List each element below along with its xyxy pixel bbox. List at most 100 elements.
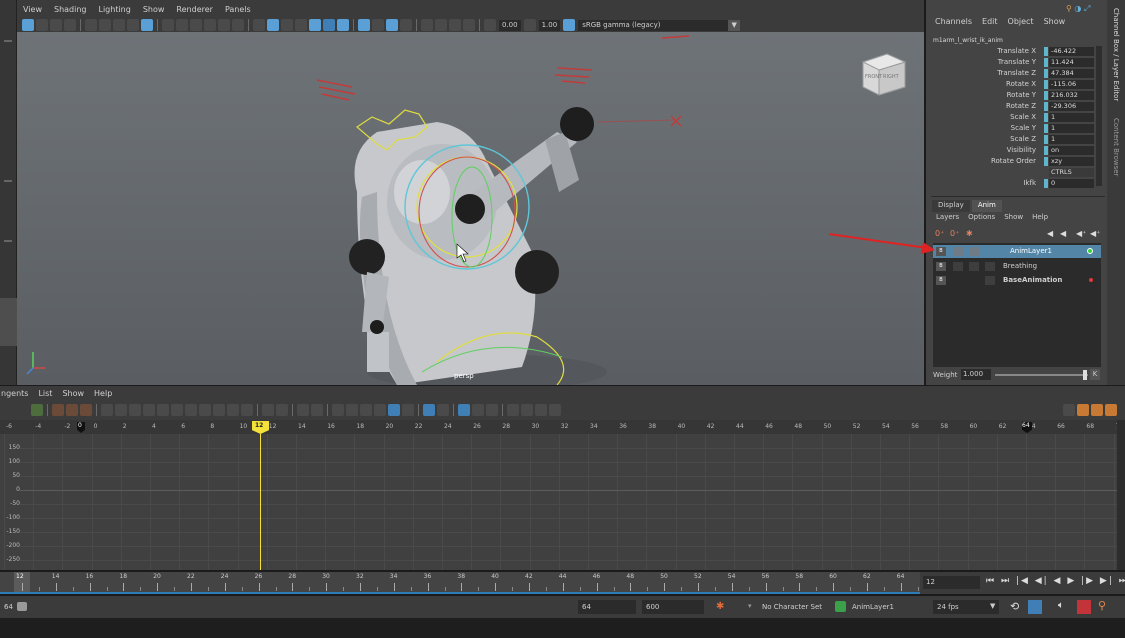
frame-playback-icon[interactable] — [129, 404, 141, 416]
channel-value[interactable]: xzy — [1049, 157, 1094, 166]
resolution-gate-icon[interactable] — [141, 19, 153, 31]
safe-title-icon[interactable] — [232, 19, 244, 31]
loop-icon[interactable]: ⟲ — [1010, 600, 1019, 613]
menu-channels[interactable]: Channels — [935, 17, 972, 31]
channel-row[interactable]: Ikfk 0 — [926, 178, 1098, 189]
figure-icon[interactable]: ⚲ — [1066, 4, 1072, 13]
weight-slider-handle[interactable] — [1083, 370, 1087, 380]
channel-value[interactable]: 1 — [1049, 135, 1094, 144]
2d-pan-icon[interactable] — [99, 19, 111, 31]
multisample-icon[interactable] — [449, 19, 461, 31]
layer-solo-toggle[interactable] — [953, 247, 963, 256]
swap-buffer-icon[interactable] — [276, 404, 288, 416]
default-material-icon[interactable] — [281, 19, 293, 31]
grid-icon[interactable] — [162, 19, 174, 31]
weighted-tangent-icon[interactable] — [360, 404, 372, 416]
playback-prefs-icon[interactable] — [1077, 600, 1091, 614]
channel-value[interactable]: -29.306 — [1049, 102, 1094, 111]
dropdown-arrow-icon[interactable]: ▼ — [728, 19, 741, 31]
unify-tangent-icon[interactable] — [311, 404, 323, 416]
wireframe-shaded-icon[interactable] — [253, 19, 265, 31]
channel-value[interactable]: -46.422 — [1049, 47, 1094, 56]
clamped-tangent-icon[interactable] — [185, 404, 197, 416]
frame-all-icon[interactable] — [101, 404, 113, 416]
channel-box-scrollbar[interactable] — [1096, 46, 1102, 186]
menu-help[interactable]: Help — [1032, 213, 1048, 221]
layer-lock-toggle[interactable]: B — [936, 276, 946, 285]
image-plane-icon[interactable] — [85, 19, 97, 31]
channel-row[interactable]: Scale Z 1 — [926, 134, 1098, 145]
channel-row[interactable]: Scale X 1 — [926, 112, 1098, 123]
move-layer-up-icon[interactable]: ◀ — [1047, 229, 1053, 238]
dope-sheet-open-icon[interactable] — [1091, 404, 1103, 416]
menu-panels[interactable]: Panels — [225, 5, 251, 14]
zero-weight-layer-icon[interactable]: 0⁺ — [950, 229, 959, 238]
normalize-icon[interactable] — [423, 404, 435, 416]
field-chart-icon[interactable] — [204, 19, 216, 31]
auto-load-icon[interactable] — [374, 404, 386, 416]
stacked-curves-icon[interactable] — [472, 404, 484, 416]
lock-weight-icon[interactable] — [346, 404, 358, 416]
free-weight-icon[interactable] — [332, 404, 344, 416]
isolate-select-icon[interactable] — [358, 19, 370, 31]
wireframe-icon[interactable] — [127, 19, 139, 31]
lattice-deform-icon[interactable] — [66, 404, 78, 416]
channel-row[interactable]: Translate X -46.422 — [926, 46, 1098, 57]
range-slider-track[interactable] — [30, 602, 575, 611]
layer-row-breathing[interactable]: B Breathing — [933, 260, 1101, 273]
strip-handle[interactable] — [4, 180, 12, 182]
layer-solo-toggle[interactable] — [953, 262, 963, 271]
range-end-field[interactable]: 64 — [578, 600, 636, 614]
channel-row[interactable]: Visibility on — [926, 145, 1098, 156]
transform-icon[interactable] — [435, 19, 447, 31]
channel-value[interactable]: CTRLS — [1049, 168, 1094, 177]
unsnapped-keys-icon[interactable] — [521, 404, 533, 416]
anim-layer-icon[interactable] — [835, 601, 846, 612]
menu-view[interactable]: View — [23, 5, 42, 14]
auto-tangent-icon[interactable] — [157, 404, 169, 416]
move-layer-down-icon[interactable]: ◀ — [1060, 229, 1066, 238]
dope-sheet-icon[interactable] — [549, 404, 561, 416]
channel-row[interactable]: Rotate Z -29.306 — [926, 101, 1098, 112]
channel-value[interactable]: 0 — [1049, 179, 1094, 188]
channel-value[interactable]: 1 — [1049, 113, 1094, 122]
layer-mute-toggle[interactable] — [969, 247, 979, 256]
add-layer-icon[interactable]: ✱ — [966, 229, 973, 238]
strip-handle[interactable] — [4, 240, 12, 242]
channel-row[interactable]: Rotate Order xzy — [926, 156, 1098, 167]
menu-edit[interactable]: Edit — [982, 17, 998, 31]
channel-value[interactable]: on — [1049, 146, 1094, 155]
graph-editor-scrollbar[interactable] — [1117, 420, 1125, 570]
textured-icon[interactable] — [295, 19, 307, 31]
channel-value[interactable]: 1 — [1049, 124, 1094, 133]
viewcube-right-label[interactable]: RIGHT — [883, 74, 899, 80]
step-tangent-icon[interactable] — [227, 404, 239, 416]
layer-mute-toggle[interactable] — [969, 262, 979, 271]
xray-active-icon[interactable] — [400, 19, 412, 31]
lock-camera-icon[interactable] — [36, 19, 48, 31]
smooth-shade-icon[interactable] — [267, 19, 279, 31]
value-snap-icon[interactable] — [402, 404, 414, 416]
insert-key-icon[interactable] — [52, 404, 64, 416]
plateau-tangent-icon[interactable] — [241, 404, 253, 416]
color-management-icon[interactable] — [563, 19, 576, 31]
menu-lighting[interactable]: Lighting — [98, 5, 130, 14]
select-camera-icon[interactable] — [22, 19, 34, 31]
depth-of-field-icon[interactable] — [463, 19, 475, 31]
menu-help[interactable]: Help — [94, 389, 112, 398]
curve-display-icon[interactable] — [458, 404, 470, 416]
denormalize-icon[interactable] — [437, 404, 449, 416]
cache-playback-icon[interactable] — [1028, 600, 1042, 614]
layer-row-animlayer1[interactable]: B AnimLayer1 — [933, 245, 1101, 258]
layer-row-baseanimation[interactable]: B BaseAnimation — [933, 274, 1101, 287]
weight-slider-track[interactable] — [995, 374, 1088, 376]
tab-anim[interactable]: Anim — [971, 200, 1002, 212]
channel-row[interactable]: Rotate X -115.06 — [926, 79, 1098, 90]
layer-ghost-toggle[interactable] — [985, 276, 995, 285]
region-tool-icon[interactable] — [80, 404, 92, 416]
menu-object[interactable]: Object — [1008, 17, 1034, 31]
anim-end-field[interactable]: 600 — [642, 600, 704, 614]
sound-icon[interactable]: 🔈︎ — [1058, 600, 1064, 611]
menu-show[interactable]: Show — [62, 389, 84, 398]
break-tangent-icon[interactable] — [297, 404, 309, 416]
